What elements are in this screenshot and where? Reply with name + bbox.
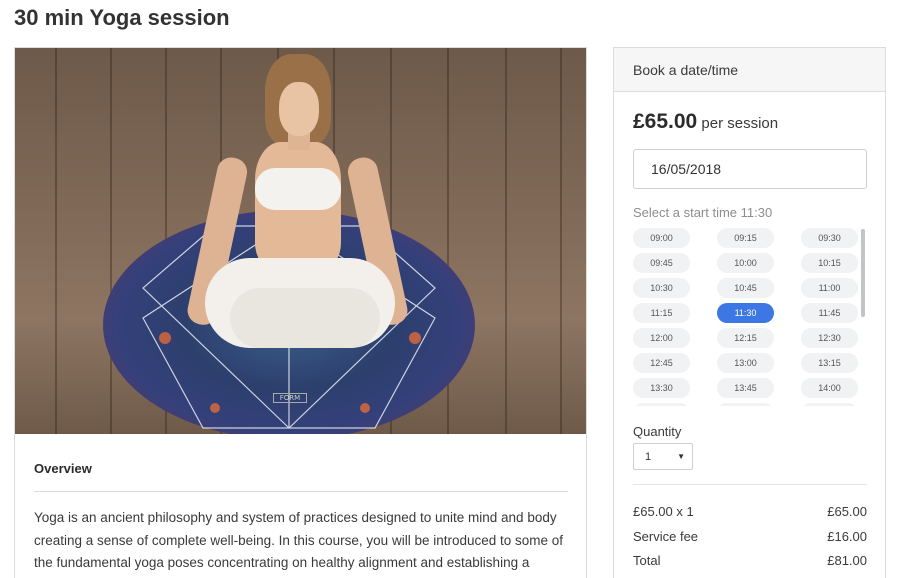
price-display: £65.00 per session <box>633 110 778 134</box>
time-slot-partial[interactable] <box>633 403 690 406</box>
page-title: 30 min Yoga session <box>14 5 230 30</box>
quantity-label: Quantity <box>633 424 682 439</box>
time-slot[interactable]: 12:15 <box>717 328 774 348</box>
time-slot-scrollbar[interactable] <box>861 229 865 317</box>
time-slot[interactable]: 09:15 <box>717 228 774 248</box>
booking-header: Book a date/time <box>614 48 885 92</box>
time-slot[interactable]: 11:30 <box>717 303 774 323</box>
course-hero-image: FORM <box>15 48 586 434</box>
course-card: FORM Overview Yoga is an ancient philoso… <box>14 47 587 578</box>
total-label: Total <box>633 553 661 568</box>
time-slot-partial[interactable] <box>717 403 774 406</box>
summary-total: Total £81.00 <box>633 553 867 568</box>
price-amount: £65.00 <box>633 110 698 133</box>
time-slot[interactable]: 10:45 <box>717 278 774 298</box>
overview-description: Yoga is an ancient philosophy and system… <box>34 510 564 578</box>
overview-divider <box>34 491 568 492</box>
quantity-value: 1 <box>645 451 652 463</box>
time-slot[interactable]: 13:00 <box>717 353 774 373</box>
time-slot[interactable]: 11:15 <box>633 303 690 323</box>
time-slot[interactable]: 11:45 <box>801 303 858 323</box>
time-slot[interactable]: 10:30 <box>633 278 690 298</box>
time-slot[interactable]: 13:45 <box>717 378 774 398</box>
time-slot[interactable]: 10:00 <box>717 253 774 273</box>
caret-down-icon: ▼ <box>677 452 685 461</box>
time-slot[interactable]: 13:15 <box>801 353 858 373</box>
time-slot[interactable]: 12:30 <box>801 328 858 348</box>
service-fee-label: Service fee <box>633 529 699 544</box>
time-slot[interactable]: 12:00 <box>633 328 690 348</box>
date-input[interactable]: 16/05/2018 <box>633 149 867 189</box>
price-unit: per session <box>701 115 779 132</box>
line-item-label: £65.00 x 1 <box>633 504 694 519</box>
total-value: £81.00 <box>827 553 867 568</box>
line-item-value: £65.00 <box>827 504 867 519</box>
time-slot[interactable]: 12:45 <box>633 353 690 373</box>
time-slot[interactable]: 13:30 <box>633 378 690 398</box>
summary-service-fee: Service fee £16.00 <box>633 529 867 544</box>
time-slot[interactable]: 14:00 <box>801 378 858 398</box>
time-slot[interactable]: 10:15 <box>801 253 858 273</box>
quantity-select[interactable]: 1 ▼ <box>633 443 693 470</box>
time-slot[interactable]: 11:00 <box>801 278 858 298</box>
summary-line-item: £65.00 x 1 £65.00 <box>633 504 867 519</box>
time-slot-partial[interactable] <box>801 403 858 406</box>
service-fee-value: £16.00 <box>827 529 867 544</box>
booking-panel: Book a date/time £65.00 per session 16/0… <box>613 47 886 578</box>
time-slot[interactable]: 09:45 <box>633 253 690 273</box>
mat-logo: FORM <box>273 393 307 403</box>
summary-divider <box>633 484 867 485</box>
time-slot-list[interactable]: 09:00 09:15 09:30 09:45 10:00 10:15 10:30 10:45… <box>633 228 869 406</box>
start-time-label: Select a start time 11:30 <box>633 205 773 220</box>
time-slot[interactable]: 09:00 <box>633 228 690 248</box>
overview-heading: Overview <box>34 461 92 476</box>
time-slot[interactable]: 09:30 <box>801 228 858 248</box>
